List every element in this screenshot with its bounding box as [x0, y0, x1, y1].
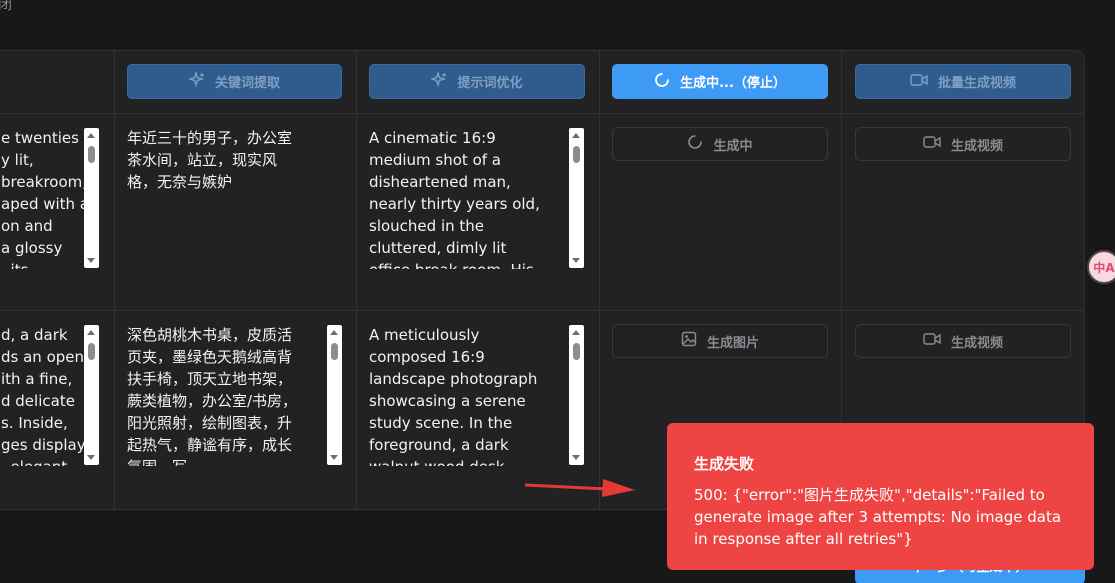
keywords-text[interactable]: 年近三十的男子，办公室茶水间，站立，现实风格，无奈与嫉妒 — [127, 127, 303, 269]
keyword-extract-button[interactable]: 关键词提取 — [127, 64, 342, 99]
image-icon — [681, 331, 697, 351]
generate-video-button[interactable]: 生成视频 — [855, 324, 1071, 358]
generating-label: 生成中 — [713, 138, 753, 154]
error-toast-title: 生成失败 — [694, 455, 755, 473]
annotation-arrow — [525, 479, 635, 497]
stop-generation-label: 生成中...（停止） — [680, 76, 786, 91]
batch-video-button[interactable]: 批量生成视频 — [855, 64, 1071, 99]
video-camera-icon — [910, 73, 928, 91]
batch-video-label: 批量生成视频 — [937, 76, 1016, 91]
loading-spinner-icon — [687, 134, 703, 154]
video-camera-icon — [923, 135, 941, 153]
loading-spinner-icon — [654, 72, 670, 92]
translate-extension-icon[interactable]: 中A — [1087, 250, 1115, 284]
prompt-text[interactable]: A meticulously composed 16:9 landscape p… — [369, 324, 547, 466]
generate-video-label: 生成视频 — [950, 138, 1003, 154]
video-camera-icon — [923, 332, 941, 350]
scrollbar[interactable] — [84, 128, 99, 268]
keywords-text[interactable]: 深色胡桃木书桌，皮质活页夹，墨绿色天鹅绒高背扶手椅，顶天立地书架，蕨类植物，办公… — [127, 324, 303, 466]
window-title-fragment: 闭 — [0, 0, 12, 13]
scrollbar[interactable] — [84, 325, 99, 465]
scrollbar[interactable] — [569, 325, 584, 465]
prompt-optimize-button[interactable]: 提示词优化 — [369, 64, 585, 99]
sparkle-icon — [187, 70, 205, 92]
page: 闭 关键词提取 提示词优化 生成中...（停止） 批量生成视频 e twenti… — [0, 0, 1115, 583]
prompt-text[interactable]: A cinematic 16:9 medium shot of a dishea… — [369, 127, 547, 269]
sparkle-icon — [430, 70, 447, 92]
keyword-extract-label: 关键词提取 — [214, 76, 280, 91]
generate-image-button[interactable]: 生成图片 — [612, 324, 828, 358]
scrollbar[interactable] — [569, 128, 584, 268]
generate-image-label: 生成图片 — [706, 335, 759, 351]
scrollbar[interactable] — [327, 325, 342, 465]
error-toast-message: 500: {"error":"图片生成失败","details":"Failed… — [694, 486, 1062, 548]
error-toast: 生成失败 500: {"error":"图片生成失败","details":"F… — [667, 423, 1094, 570]
stop-generation-button[interactable]: 生成中...（停止） — [612, 64, 828, 99]
prompt-optimize-label: 提示词优化 — [457, 76, 523, 91]
generating-image-button[interactable]: 生成中 — [612, 127, 828, 161]
generate-video-button[interactable]: 生成视频 — [855, 127, 1071, 161]
generate-video-label: 生成视频 — [950, 335, 1003, 351]
